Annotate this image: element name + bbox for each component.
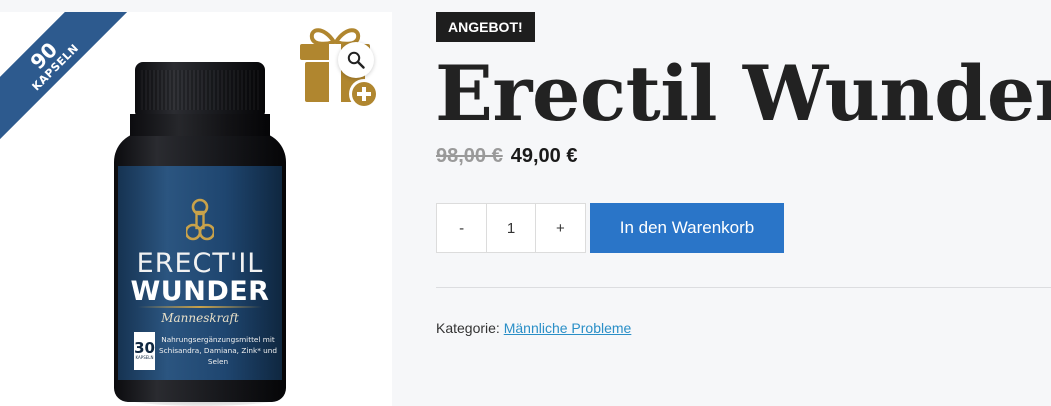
zoom-button[interactable]	[338, 42, 374, 78]
brand-name-line2: WUNDER	[130, 276, 270, 307]
regular-price: 98,00 €	[436, 144, 503, 167]
label-description: Nahrungsergänzungsmittel mit Schisandra,…	[158, 335, 278, 366]
capsule-count-number: 30	[134, 339, 155, 358]
product-title: Erectil Wunder	[435, 49, 1051, 138]
capsule-count-box: 30 KAPSELN	[134, 332, 155, 370]
product-gallery: ERECT'IL WUNDER Manneskraft 30 KAPSELN N…	[0, 12, 392, 406]
product-meta: Kategorie: Männliche Probleme	[436, 320, 631, 336]
brand-tagline: Manneskraft	[161, 311, 239, 325]
product-image[interactable]: ERECT'IL WUNDER Manneskraft 30 KAPSELN N…	[114, 62, 286, 402]
quantity-increase-button[interactable]: +	[536, 204, 585, 252]
quantity-stepper: - 1 +	[436, 203, 586, 253]
quantity-input[interactable]: 1	[486, 204, 536, 252]
brand-name-line1: ERECT'IL	[136, 248, 264, 279]
quantity-decrease-button[interactable]: -	[437, 204, 486, 252]
bottle-neck	[130, 114, 270, 136]
brand-logo-icon	[186, 198, 214, 241]
add-to-cart-button[interactable]: In den Warenkorb	[590, 203, 784, 253]
capsule-count-unit: KAPSELN	[135, 355, 154, 361]
sale-price: 49,00 €	[510, 144, 578, 167]
magnifier-icon	[347, 51, 365, 69]
category-link[interactable]: Männliche Probleme	[504, 320, 632, 336]
category-label: Kategorie:	[436, 320, 500, 336]
price-block: 98,00 € 49,00 €	[436, 143, 577, 169]
bottle-cap	[135, 62, 265, 116]
divider	[436, 287, 1051, 288]
label-divider	[138, 306, 262, 308]
sale-badge: ANGEBOT!	[436, 12, 535, 42]
